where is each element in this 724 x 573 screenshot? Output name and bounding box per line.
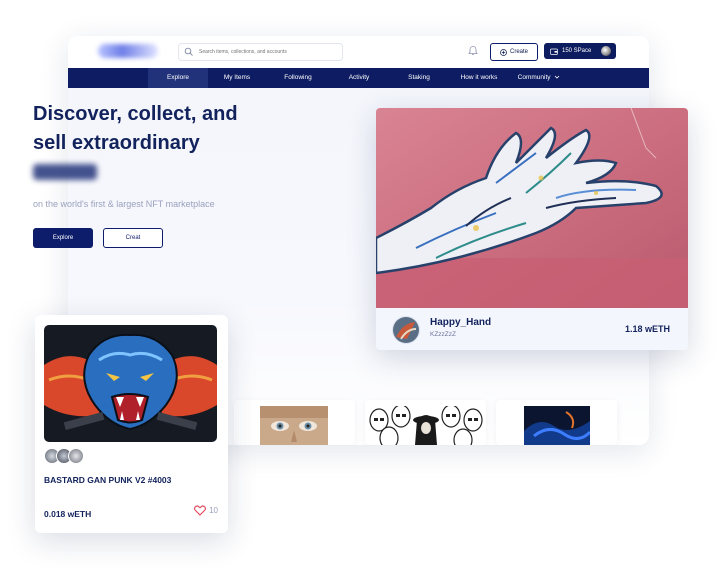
wallet-icon bbox=[550, 48, 558, 55]
nft-thumb-abstract bbox=[524, 406, 590, 445]
plus-circle-icon bbox=[500, 48, 507, 56]
like-button[interactable]: 10 bbox=[194, 505, 218, 516]
creator-avatar[interactable] bbox=[392, 316, 420, 344]
creat-button[interactable]: Creat bbox=[103, 228, 163, 248]
nav-staking[interactable]: Staking bbox=[394, 68, 444, 88]
nft-price: 0.018 wETH bbox=[44, 509, 92, 519]
nft-art-panther bbox=[44, 325, 217, 442]
wallet-button[interactable]: 150 SPace bbox=[544, 43, 616, 59]
featured-nft-card[interactable]: Happy_Hand KZzzZzZ 1.18 wETH bbox=[376, 108, 688, 350]
search-input[interactable] bbox=[197, 45, 341, 59]
hero-title: Discover, collect, and sell extraordinar… bbox=[33, 100, 293, 158]
nft-thumb-eyes bbox=[260, 406, 328, 445]
creator-avatar-image bbox=[393, 317, 419, 343]
hero-subtitle: on the world's first & largest NFT marke… bbox=[33, 199, 215, 209]
featured-card-footer: Happy_Hand KZzzZzZ 1.18 wETH bbox=[376, 308, 688, 350]
top-bar: Create 150 SPace bbox=[68, 36, 649, 68]
create-button[interactable]: Create bbox=[490, 43, 538, 61]
chevron-down-icon bbox=[555, 75, 560, 79]
nft-thumb-card[interactable] bbox=[365, 400, 486, 445]
nft-thumb-card[interactable] bbox=[234, 400, 355, 445]
explore-button[interactable]: Explore bbox=[33, 228, 93, 248]
owner-avatar[interactable] bbox=[68, 448, 84, 464]
nav-my-items[interactable]: My Items bbox=[211, 68, 263, 88]
user-avatar[interactable] bbox=[601, 46, 611, 56]
hero-title-line1: Discover, collect, and bbox=[33, 103, 238, 125]
brand-name-blurred bbox=[33, 164, 97, 180]
like-count: 10 bbox=[209, 506, 218, 515]
featured-nft-price: 1.18 wETH bbox=[624, 324, 670, 334]
hero-title-line2: sell extraordinary bbox=[33, 132, 200, 154]
brand-logo[interactable] bbox=[98, 44, 158, 58]
nav-following[interactable]: Following bbox=[271, 68, 325, 88]
featured-nft-art bbox=[376, 108, 688, 308]
wallet-balance: 150 SPace bbox=[562, 48, 592, 54]
featured-nft-name[interactable]: Happy_Hand bbox=[430, 317, 491, 328]
heart-icon bbox=[194, 505, 207, 516]
nft-thumb-card[interactable] bbox=[496, 400, 617, 445]
nft-thumb-troopers bbox=[365, 406, 486, 445]
nav-activity[interactable]: Activity bbox=[334, 68, 384, 88]
search-icon bbox=[184, 47, 193, 56]
nft-title[interactable]: BASTARD GAN PUNK V2 #4003 bbox=[44, 475, 171, 485]
nav-explore[interactable]: Explore bbox=[148, 68, 208, 88]
main-nav: Explore My Items Following Activity Stak… bbox=[68, 68, 649, 88]
nav-community-label: Community bbox=[517, 74, 551, 81]
nav-how-it-works[interactable]: How it works bbox=[452, 68, 506, 88]
nav-community[interactable]: Community bbox=[512, 68, 566, 88]
featured-creator-username[interactable]: KZzzZzZ bbox=[430, 331, 456, 338]
create-label: Create bbox=[509, 49, 528, 55]
nft-card[interactable]: BASTARD GAN PUNK V2 #4003 0.018 wETH 10 bbox=[35, 315, 228, 533]
search-box[interactable] bbox=[178, 43, 343, 61]
bell-icon[interactable] bbox=[467, 45, 479, 57]
